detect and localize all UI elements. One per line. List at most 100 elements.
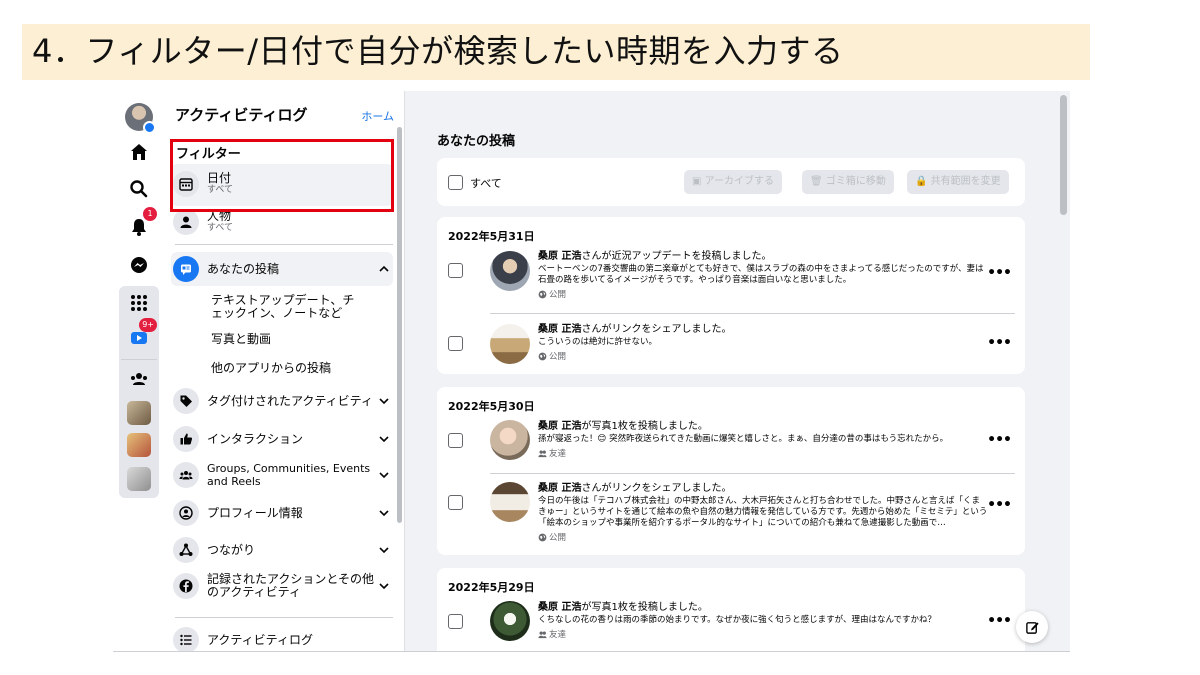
compose-message-button[interactable] bbox=[1016, 611, 1048, 643]
entry-title[interactable]: 桑原 正浩さんがリンクをシェアしました。 bbox=[538, 483, 988, 495]
entry-thumbnail[interactable] bbox=[490, 251, 530, 291]
sidebar-item-tagged[interactable]: タグ付けされたアクティビティ bbox=[173, 388, 391, 414]
group-date: 2022年5月29日 bbox=[448, 581, 535, 594]
shortcut-thumbnail[interactable] bbox=[127, 401, 151, 425]
posts-icon bbox=[173, 256, 199, 282]
sidebar-subitem-text-updates[interactable]: テキストアップデート、チェックイン、ノートなど bbox=[211, 294, 361, 320]
main-scrollbar[interactable] bbox=[1060, 95, 1067, 215]
messenger-icon[interactable] bbox=[123, 249, 155, 281]
entry-checkbox[interactable] bbox=[448, 495, 463, 510]
entry-privacy: 公開 bbox=[538, 350, 988, 362]
entry-action: さんがリンクをシェアしました。 bbox=[581, 324, 732, 335]
entry-description: ベートーベンの7番交響曲の第二楽章がとても好きで、僕はスラブの森の中をさまよって… bbox=[538, 264, 984, 285]
facebook-window: 1 9+ アクティビティログ ホーム フィルター 日付 すべて 人物 すべて あ… bbox=[113, 91, 1070, 652]
sidebar-item-activity-log[interactable]: アクティビティログ bbox=[173, 627, 391, 651]
sidebar-item-profile-info[interactable]: プロフィール情報 bbox=[173, 500, 391, 526]
select-all-checkbox[interactable] bbox=[448, 175, 463, 190]
entry-checkbox[interactable] bbox=[448, 263, 463, 278]
entry-privacy-label: 公開 bbox=[549, 352, 567, 362]
activity-day-group: 2022年5月31日 桑原 正浩さんが近況アップデートを投稿しました。 ベートー… bbox=[437, 217, 1025, 374]
entry-privacy-label: 友達 bbox=[549, 449, 567, 459]
sidebar-item-logged-actions[interactable]: 記録されたアクションとその他のアクティビティ bbox=[173, 573, 391, 599]
entry-privacy: 友達 bbox=[538, 628, 988, 640]
entry-description: くちなしの花の香りは雨の季節の始まりです。なぜか夜に強く匂うと感じますが、理由は… bbox=[538, 615, 937, 625]
entry-thumbnail[interactable] bbox=[490, 482, 530, 522]
main-title: あなたの投稿 bbox=[437, 134, 516, 149]
filter-person[interactable]: 人物 すべて bbox=[173, 209, 391, 235]
group-date: 2022年5月31日 bbox=[448, 230, 535, 243]
entry-checkbox[interactable] bbox=[448, 614, 463, 629]
left-icon-rail: 1 9+ bbox=[113, 91, 165, 651]
sidebar-item-interactions[interactable]: インタラクション bbox=[173, 426, 391, 452]
globe-icon bbox=[538, 533, 547, 541]
sidebar-item-your-posts[interactable]: あなたの投稿 bbox=[173, 256, 391, 282]
menu-grid-icon[interactable] bbox=[123, 287, 155, 319]
entry-title[interactable]: 桑原 正浩さんが近況アップデートを投稿しました。 bbox=[538, 251, 988, 263]
entry-title[interactable]: 桑原 正浩さんがリンクをシェアしました。 bbox=[538, 324, 988, 336]
person-icon bbox=[173, 209, 199, 235]
sidebar-divider bbox=[175, 617, 393, 618]
home-icon[interactable] bbox=[123, 136, 155, 168]
entry-author[interactable]: 桑原 正浩 bbox=[538, 421, 581, 432]
activity-entry: 桑原 正浩さんがリンクをシェアしました。 こういうのは絶対に許せない。 公開 •… bbox=[437, 321, 1025, 371]
globe-icon bbox=[538, 352, 547, 360]
entry-privacy-label: 公開 bbox=[549, 533, 567, 543]
chevron-down-icon bbox=[379, 510, 389, 517]
entry-author[interactable]: 桑原 正浩 bbox=[538, 251, 581, 262]
search-icon[interactable] bbox=[123, 173, 155, 205]
trash-button-label: ゴミ箱に移動 bbox=[825, 176, 886, 187]
more-options-icon[interactable]: ••• bbox=[987, 497, 1012, 513]
sidebar-item-label: インタラクション bbox=[207, 431, 304, 446]
tag-icon bbox=[173, 388, 199, 414]
entry-checkbox[interactable] bbox=[448, 433, 463, 448]
entry-thumbnail[interactable] bbox=[490, 601, 530, 641]
change-audience-button[interactable]: 🔒 共有範囲を変更 bbox=[907, 170, 1009, 194]
chevron-down-icon bbox=[379, 547, 389, 554]
more-options-icon[interactable]: ••• bbox=[987, 432, 1012, 448]
sidebar-scrollbar[interactable] bbox=[397, 127, 402, 523]
profile-avatar[interactable] bbox=[123, 101, 156, 134]
sidebar-subitem-photos-videos[interactable]: 写真と動画 bbox=[211, 333, 361, 346]
entry-checkbox[interactable] bbox=[448, 336, 463, 351]
entry-author[interactable]: 桑原 正浩 bbox=[538, 324, 581, 335]
sidebar-item-connections[interactable]: つながり bbox=[173, 537, 391, 563]
activity-entry: 桑原 正浩が写真1枚を投稿しました。 孫が寝返った！😊 突然昨夜送られてきた動画… bbox=[437, 420, 1025, 468]
notifications-count-badge: 1 bbox=[143, 207, 157, 221]
entry-author[interactable]: 桑原 正浩 bbox=[538, 602, 581, 613]
entry-description: こういうのは絶対に許せない。 bbox=[538, 337, 658, 347]
watch-video-icon[interactable]: 9+ bbox=[123, 318, 157, 354]
archive-button[interactable]: ▣ アーカイブする bbox=[684, 170, 783, 194]
entry-divider bbox=[490, 313, 1015, 314]
sidebar-item-groups[interactable]: Groups, Communities, Events and Reels bbox=[173, 462, 391, 488]
friends-icon[interactable] bbox=[123, 363, 155, 395]
shortcut-thumbnail[interactable] bbox=[127, 467, 151, 491]
notifications-bell-icon[interactable]: 1 bbox=[123, 207, 157, 243]
entry-action: さんが近況アップデートを投稿しました。 bbox=[581, 251, 772, 262]
sidebar-item-label: アクティビティログ bbox=[207, 632, 313, 647]
entry-description: 孫が寝返った！😊 突然昨夜送られてきた動画に爆笑と嬉しさと。まぁ、自分達の昔の事… bbox=[538, 434, 949, 444]
entry-thumbnail[interactable] bbox=[490, 420, 530, 460]
more-options-icon[interactable]: ••• bbox=[987, 335, 1012, 351]
activity-day-group: 2022年5月30日 桑原 正浩が写真1枚を投稿しました。 孫が寝返った！😊 突… bbox=[437, 387, 1025, 555]
home-link[interactable]: ホーム bbox=[361, 108, 394, 124]
entry-author[interactable]: 桑原 正浩 bbox=[538, 483, 581, 494]
shortcut-thumbnail[interactable] bbox=[127, 433, 151, 457]
sidebar-item-label: つながり bbox=[207, 542, 256, 557]
chevron-down-icon bbox=[379, 472, 389, 479]
archive-button-label: アーカイブする bbox=[704, 176, 775, 187]
sidebar-subitem-other-apps[interactable]: 他のアプリからの投稿 bbox=[211, 362, 361, 375]
activity-entry: 桑原 正浩が写真1枚を投稿しました。 くちなしの花の香りは雨の季節の始まりです。… bbox=[437, 601, 1025, 649]
trash-button[interactable]: 🗑 ゴミ箱に移動 bbox=[802, 170, 894, 194]
instruction-text: 4．フィルター/日付で自分が検索したい時期を入力する bbox=[32, 32, 844, 70]
entry-title[interactable]: 桑原 正浩が写真1枚を投稿しました。 bbox=[538, 602, 988, 614]
entry-divider bbox=[490, 473, 1015, 474]
entry-title[interactable]: 桑原 正浩が写真1枚を投稿しました。 bbox=[538, 421, 988, 433]
chevron-down-icon bbox=[379, 398, 389, 405]
more-options-icon[interactable]: ••• bbox=[987, 265, 1012, 281]
entry-thumbnail[interactable] bbox=[490, 324, 530, 364]
sidebar-item-label: 記録されたアクションとその他のアクティビティ bbox=[207, 572, 375, 599]
watch-count-badge: 9+ bbox=[139, 318, 157, 332]
list-icon bbox=[173, 627, 199, 651]
profile-icon bbox=[173, 500, 199, 526]
more-options-icon[interactable]: ••• bbox=[987, 613, 1012, 629]
